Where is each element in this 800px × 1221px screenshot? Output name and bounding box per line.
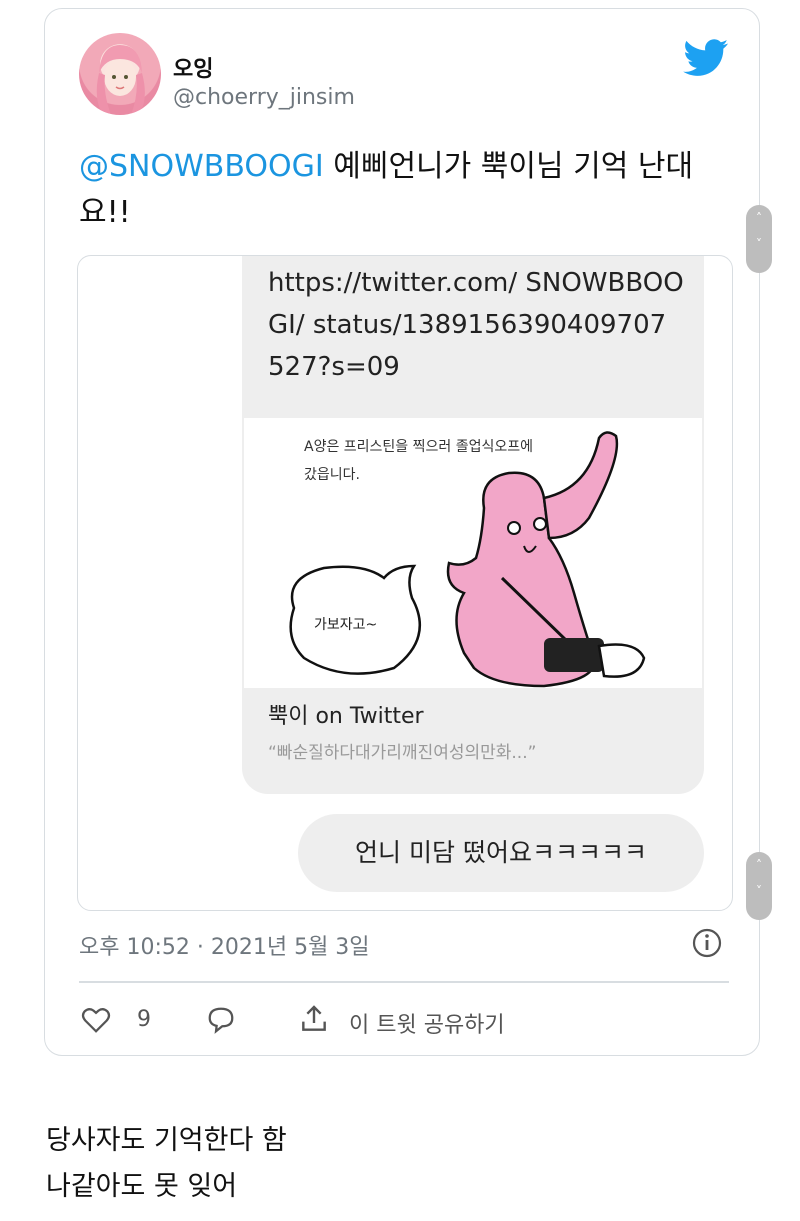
caption-line-2: 나같아도 못 잊어 [46, 1171, 238, 1202]
divider [79, 981, 729, 983]
mention-link[interactable]: @SNOWBBOOGI [79, 149, 324, 184]
tweet-card[interactable]: 오잉 @choerry_jinsim @SNOWBBOOGI 예삐언니가 뿍이님… [44, 8, 760, 1056]
scroll-handle-bottom[interactable]: ˄ ˅ [746, 852, 772, 920]
caption-line-1: 당사자도 기억한다 함 [46, 1125, 287, 1156]
heart-icon[interactable] [81, 1005, 111, 1035]
chat-bubble-card: https://twitter.com/ SNOWBBOOGI/ status/… [242, 256, 704, 794]
share-tweet-label[interactable]: 이 트윗 공유하기 [349, 1007, 505, 1039]
twitter-bird-icon[interactable] [683, 39, 729, 77]
link-card-description: “빠순질하다대가리깨진여성의만화...” [268, 743, 537, 763]
tweet-timestamp[interactable]: 오후 10:52 · 2021년 5월 3일 [79, 929, 370, 961]
reply-icon[interactable] [205, 1005, 237, 1035]
tweet-media[interactable]: https://twitter.com/ SNOWBBOOGI/ status/… [77, 255, 733, 911]
link-card-title[interactable]: 뿍이 on Twitter [268, 698, 424, 730]
info-icon[interactable] [691, 927, 723, 959]
post-caption: 당사자도 기억한다 함 나같아도 못 잊어 [46, 1118, 287, 1210]
user-handle[interactable]: @choerry_jinsim [173, 85, 355, 110]
scroll-handle-top[interactable]: ˄ ˅ [746, 205, 772, 273]
tweet-text: @SNOWBBOOGI 예삐언니가 뿍이님 기억 난대요!! [79, 144, 729, 236]
avatar[interactable] [79, 33, 161, 115]
display-name[interactable]: 오잉 [173, 51, 213, 83]
like-count: 9 [137, 1007, 151, 1032]
shared-link-text[interactable]: https://twitter.com/ SNOWBBOOGI/ status/… [268, 262, 688, 388]
comic-illustration [289, 431, 646, 688]
reply-message-bubble: 언니 미담 떴어요ㅋㅋㅋㅋㅋ [298, 814, 704, 892]
link-preview-image[interactable]: A양은 프리스틴을 찍으러 졸업식오프에 갔읍니다. 가보자고~ [244, 418, 702, 688]
share-icon[interactable] [297, 1003, 331, 1035]
speech-bubble-text: 가보자고~ [314, 617, 378, 633]
avatar-image [96, 45, 145, 115]
